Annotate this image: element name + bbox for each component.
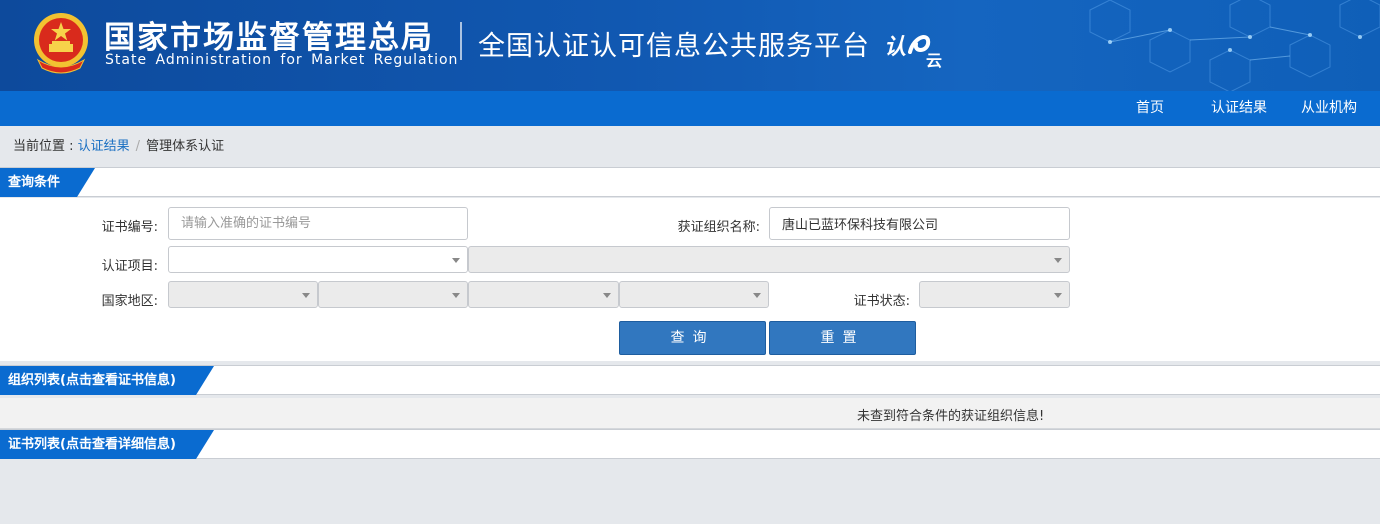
org-list-section-header: 组织列表(点击查看证书信息) [0,365,1380,395]
breadcrumb-current: 管理体系认证 [146,139,225,154]
chevron-down-icon [603,293,611,298]
cert-no-label: 证书编号: [101,220,158,235]
query-form: 证书编号: 获证组织名称: 认证项目: 国家地区: 证书状态: 查询 重置 [0,198,1380,361]
nav-item-cert-results[interactable]: 认证结果 [1211,91,1267,126]
region-district-select[interactable] [619,281,769,308]
org-name-cn: 国家市场监督管理总局 [104,20,434,56]
chevron-down-icon [1054,293,1062,298]
national-emblem-icon [34,13,88,74]
cert-list-section-title: 证书列表(点击查看详细信息) [0,430,214,459]
breadcrumb-link-cert-results[interactable]: 认证结果 [78,139,130,154]
region-country-select[interactable] [168,281,318,308]
chevron-down-icon [452,258,460,263]
org-name-input[interactable] [769,207,1070,240]
chevron-down-icon [753,293,761,298]
org-name-label: 获证组织名称: [677,220,760,235]
chevron-down-icon [1054,258,1062,263]
main-nav: 首页 认证结果 从业机构 [0,91,1380,126]
nav-item-home[interactable]: 首页 [1136,91,1164,126]
renyun-logo: 认 云 [884,35,942,70]
svg-text:认: 认 [884,35,906,60]
chevron-down-icon [452,293,460,298]
org-name-en: State Administration for Market Regulati… [105,52,459,68]
breadcrumb: 当前位置 : 认证结果 / 管理体系认证 [13,135,224,154]
empty-message: 未查到符合条件的获证组织信息! [857,409,1045,424]
breadcrumb-prefix: 当前位置 : [13,139,78,154]
hexagon-pattern-decoration [1089,0,1380,91]
search-button[interactable]: 查询 [619,321,766,355]
project-label: 认证项目: [101,259,158,274]
platform-title: 全国认证认可信息公共服务平台 [478,31,870,62]
region-province-select[interactable] [318,281,468,308]
svg-text:云: 云 [926,51,942,70]
header-banner: 国家市场监督管理总局 State Administration for Mark… [0,0,1380,91]
chevron-down-icon [302,293,310,298]
region-label: 国家地区: [101,294,158,309]
project-select[interactable] [168,246,468,273]
cert-no-input[interactable] [168,207,468,240]
query-section-title: 查询条件 [0,168,95,197]
query-section-header: 查询条件 [0,167,1380,197]
header-divider [460,22,462,60]
breadcrumb-separator: / [135,139,141,154]
reset-button[interactable]: 重置 [769,321,916,355]
region-city-select[interactable] [468,281,619,308]
cert-list-section-header: 证书列表(点击查看详细信息) [0,429,1380,459]
org-list-empty-row: 未查到符合条件的获证组织信息! [0,398,1380,429]
status-label: 证书状态: [853,294,910,309]
status-select[interactable] [919,281,1070,308]
project-subtype-select[interactable] [468,246,1070,273]
nav-item-institutions[interactable]: 从业机构 [1301,91,1357,126]
org-list-section-title: 组织列表(点击查看证书信息) [0,366,214,395]
